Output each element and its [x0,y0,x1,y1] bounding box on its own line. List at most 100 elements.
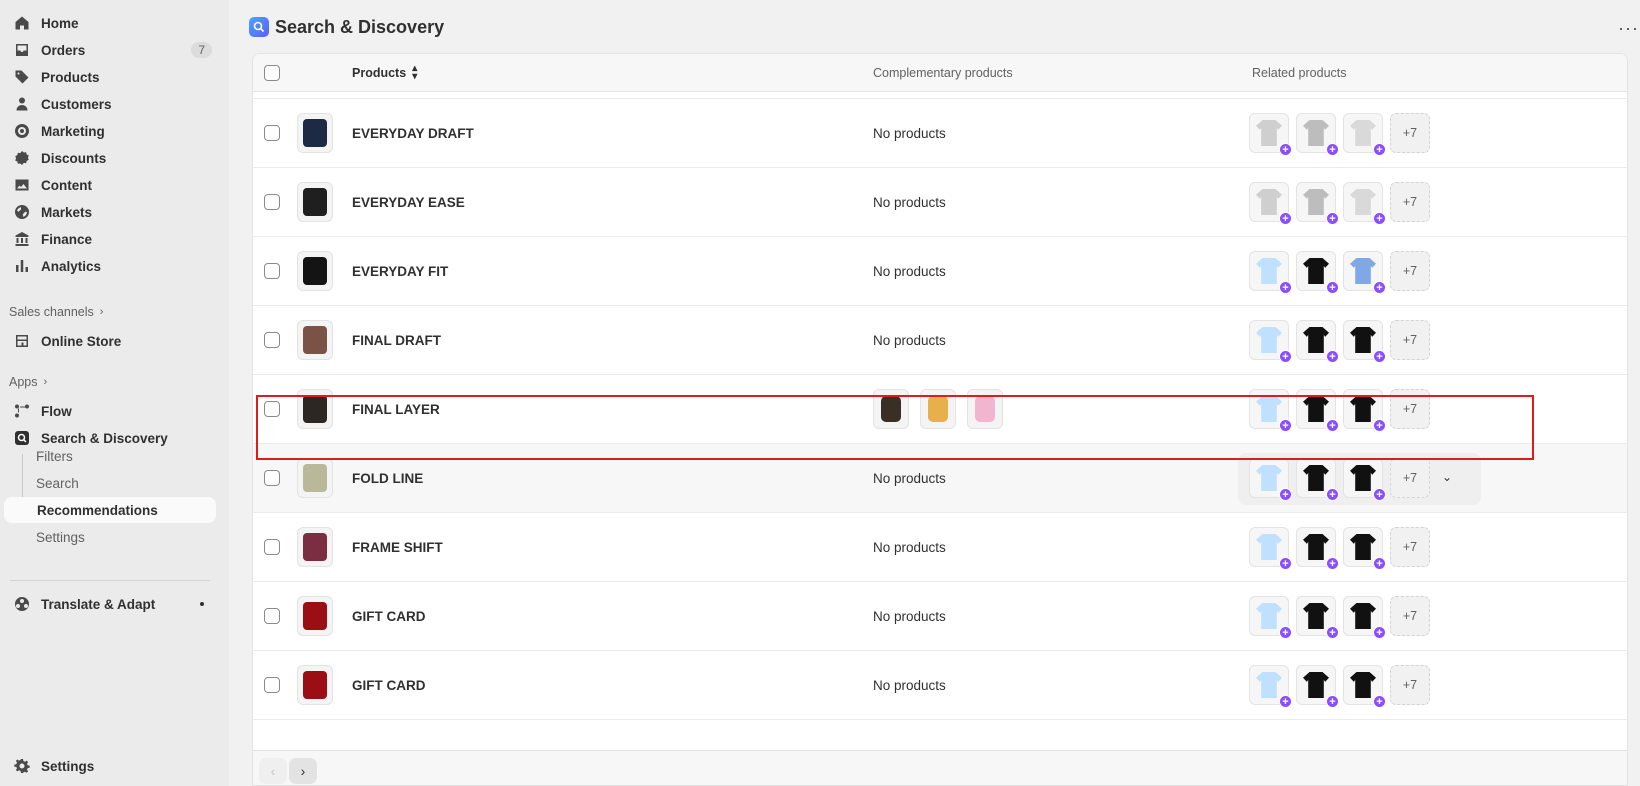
nav-customers[interactable]: Customers [4,91,218,117]
more-related-chip[interactable]: +7 [1390,458,1430,498]
row-checkbox[interactable] [264,263,280,279]
related-product-thumbnail[interactable]: + [1296,596,1339,639]
complementary-product-thumbnail[interactable] [873,389,909,429]
product-name[interactable]: EVERYDAY FIT [352,264,448,279]
product-name[interactable]: FINAL LAYER [352,402,440,417]
product-name[interactable]: EVERYDAY DRAFT [352,126,474,141]
table-row[interactable]: FOLD LINE No products + + + +7 ⌄ [253,444,1627,513]
related-product-image [1303,465,1329,491]
complementary-product-thumbnail[interactable] [967,389,1003,429]
row-checkbox[interactable] [264,677,280,693]
row-checkbox[interactable] [264,401,280,417]
previous-page-button[interactable]: ‹ [259,758,287,784]
product-name[interactable]: GIFT CARD [352,678,426,693]
product-name[interactable]: FINAL DRAFT [352,333,441,348]
nav-online-store[interactable]: Online Store [4,328,218,354]
related-product-thumbnail[interactable]: + [1343,665,1386,708]
nav-home[interactable]: Home [4,10,218,36]
table-row[interactable]: EVERYDAY DRAFT No products + + + +7 [253,99,1627,168]
apps-header[interactable]: Apps › [9,372,47,392]
related-product-thumbnail[interactable]: + [1343,320,1386,363]
nav-discounts[interactable]: Discounts [4,145,218,171]
related-product-thumbnail[interactable]: + [1343,389,1386,432]
table-row[interactable]: FRAME SHIFT No products + + + +7 [253,513,1627,582]
table-row[interactable]: GIFT CARD No products + + + +7 [253,582,1627,651]
product-name[interactable]: EVERYDAY EASE [352,195,465,210]
related-product-thumbnail[interactable]: + [1249,665,1292,708]
nav-translate-adapt[interactable]: Translate & Adapt [4,591,218,617]
related-product-thumbnail[interactable]: + [1249,527,1292,570]
related-product-thumbnail[interactable]: + [1296,113,1339,156]
table-row[interactable]: FINAL LAYER + + + +7 [253,375,1627,444]
row-checkbox[interactable] [264,194,280,210]
chevron-down-icon[interactable]: ⌄ [1442,470,1452,484]
more-related-chip[interactable]: +7 [1390,320,1430,360]
nav-app-settings[interactable]: Settings [36,524,85,550]
product-name[interactable]: FOLD LINE [352,471,423,486]
next-page-button[interactable]: › [289,758,317,784]
nav-products[interactable]: Products [4,64,218,90]
more-related-chip[interactable]: +7 [1390,596,1430,636]
more-related-chip[interactable]: +7 [1390,113,1430,153]
nav-finance[interactable]: Finance [4,226,218,252]
related-product-thumbnail[interactable]: + [1343,527,1386,570]
nav-settings[interactable]: Settings [4,753,218,779]
more-related-chip[interactable]: +7 [1390,665,1430,705]
related-product-image [1303,120,1329,146]
nav-marketing[interactable]: Marketing [4,118,218,144]
nav-analytics[interactable]: Analytics [4,253,218,279]
col-products-header[interactable]: Products ▴ ▾ [352,54,417,92]
more-related-chip[interactable]: +7 [1390,251,1430,291]
complementary-product-thumbnail[interactable] [920,389,956,429]
more-actions-button[interactable]: ··· [1618,18,1639,39]
nav-content[interactable]: Content [4,172,218,198]
table-row[interactable]: FINAL DRAFT No products + + + +7 [253,306,1627,375]
related-product-thumbnail[interactable]: + [1249,389,1292,432]
row-checkbox[interactable] [264,608,280,624]
plus-badge-icon: + [1326,488,1339,501]
more-related-chip[interactable]: +7 [1390,182,1430,222]
complementary-products-text: No products [873,264,946,279]
related-product-thumbnail[interactable]: + [1296,320,1339,363]
related-product-thumbnail[interactable]: + [1343,458,1386,501]
related-product-thumbnail[interactable]: + [1249,596,1292,639]
nav-orders[interactable]: Orders 7 [4,37,218,63]
select-all-checkbox[interactable] [264,65,280,81]
related-product-thumbnail[interactable]: + [1249,320,1292,363]
plus-badge-icon: + [1373,419,1386,432]
nav-filters[interactable]: Filters [36,443,73,469]
related-product-thumbnail[interactable]: + [1249,182,1292,225]
related-product-thumbnail[interactable]: + [1296,527,1339,570]
row-checkbox[interactable] [264,539,280,555]
table-row[interactable]: GIFT CARD No products + + + +7 [253,651,1627,720]
related-product-thumbnail[interactable]: + [1296,389,1339,432]
table-row[interactable]: EVERYDAY EASE No products + + + +7 [253,168,1627,237]
related-product-thumbnail[interactable]: + [1343,182,1386,225]
nav-flow[interactable]: Flow [4,398,218,424]
related-product-thumbnail[interactable]: + [1249,251,1292,294]
related-product-thumbnail[interactable]: + [1296,182,1339,225]
table-row[interactable]: EVERYDAY FIT No products + + + +7 [253,237,1627,306]
nav-translate-label: Translate & Adapt [41,596,156,612]
nav-markets[interactable]: Markets [4,199,218,225]
related-product-thumbnail[interactable]: + [1296,251,1339,294]
related-product-thumbnail[interactable]: + [1249,458,1292,501]
product-name[interactable]: FRAME SHIFT [352,540,443,555]
row-checkbox[interactable] [264,470,280,486]
related-product-thumbnail[interactable]: + [1296,458,1339,501]
row-checkbox[interactable] [264,125,280,141]
related-product-thumbnail[interactable]: + [1249,113,1292,156]
nav-recommendations[interactable]: Recommendations [4,497,216,523]
related-product-thumbnail[interactable]: + [1343,596,1386,639]
sort-icon: ▴ ▾ [412,63,418,82]
related-product-thumbnail[interactable]: + [1296,665,1339,708]
product-name[interactable]: GIFT CARD [352,609,426,624]
sidebar: Home Orders 7 Products Customers Marketi… [0,0,229,786]
related-product-thumbnail[interactable]: + [1343,251,1386,294]
nav-search[interactable]: Search [36,470,79,496]
row-checkbox[interactable] [264,332,280,348]
related-product-thumbnail[interactable]: + [1343,113,1386,156]
sales-channels-header[interactable]: Sales channels › [9,302,103,322]
more-related-chip[interactable]: +7 [1390,389,1430,429]
more-related-chip[interactable]: +7 [1390,527,1430,567]
